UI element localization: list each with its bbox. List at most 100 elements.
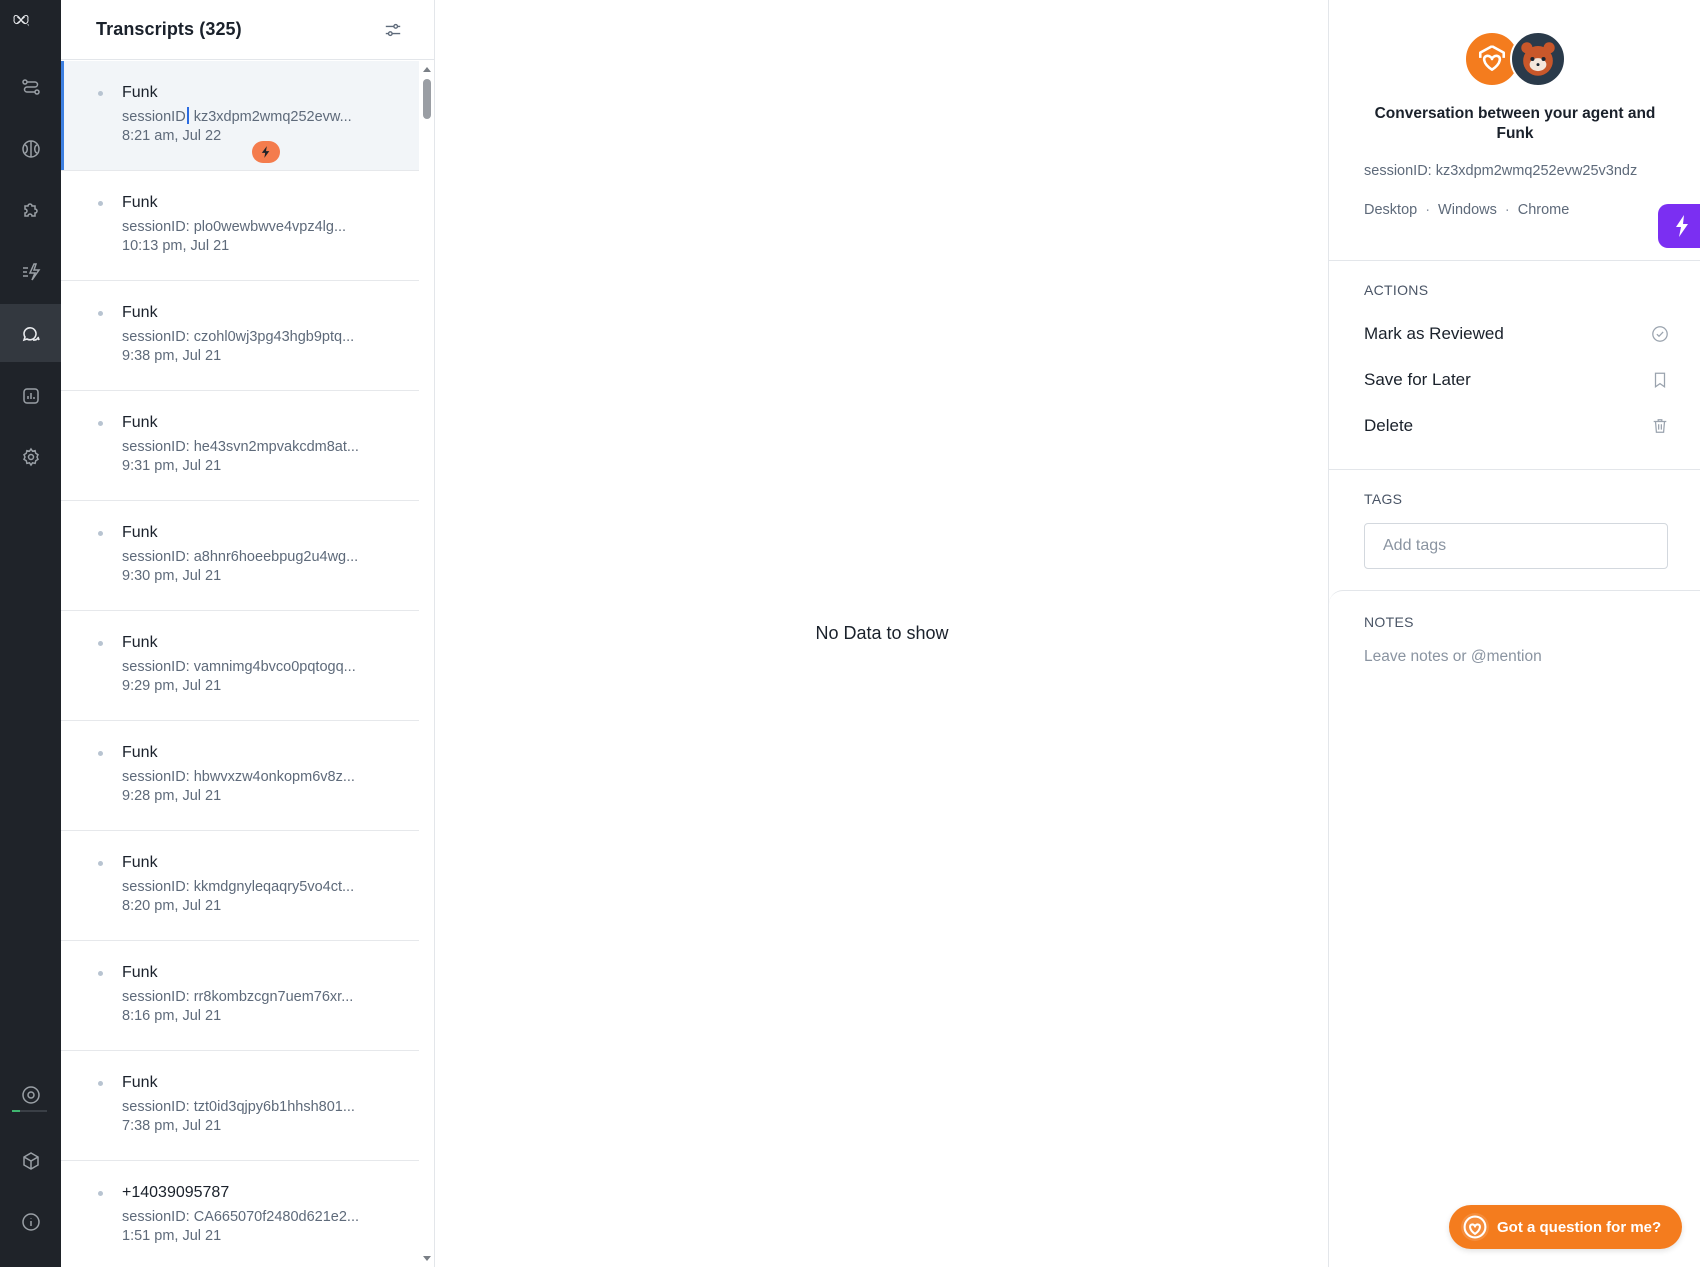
mark-reviewed-button[interactable]: Mark as Reviewed xyxy=(1364,324,1669,344)
scroll-thumb[interactable] xyxy=(423,79,431,119)
transcript-time: 9:31 pm, Jul 21 xyxy=(122,458,222,474)
scroll-up-arrow-icon[interactable] xyxy=(423,67,431,72)
transcript-time: 7:38 pm, Jul 21 xyxy=(122,1118,222,1134)
delete-label: Delete xyxy=(1364,416,1414,435)
empty-state-message: No Data to show xyxy=(815,623,949,643)
transcript-time: 9:29 pm, Jul 21 xyxy=(122,678,222,694)
status-dot xyxy=(98,641,103,646)
participant-avatars xyxy=(1464,31,1574,89)
mark-reviewed-label: Mark as Reviewed xyxy=(1364,324,1504,343)
transcript-viewer: No Data to show xyxy=(435,0,1329,1267)
notes-input[interactable]: Leave notes or @mention xyxy=(1364,648,1542,666)
help-chat-label: Got a question for me? xyxy=(1497,1218,1662,1236)
lightning-list-icon xyxy=(22,263,40,281)
status-dot xyxy=(98,971,103,976)
nav-projects[interactable] xyxy=(0,1132,61,1190)
filter-sliders-icon xyxy=(385,23,401,36)
workflow-icon xyxy=(21,79,40,95)
list-scrollbar[interactable] xyxy=(419,61,435,1267)
nav-workflows[interactable] xyxy=(0,58,61,116)
status-progress xyxy=(12,1110,47,1112)
bookmark-icon xyxy=(1654,372,1666,388)
transcript-session: sessionID: rr8kombzcgn7uem76xr... xyxy=(122,989,354,1005)
transcript-session: sessionID: kkmdgnyleqaqry5vo4ct... xyxy=(122,879,355,895)
trash-icon xyxy=(1653,419,1667,433)
left-nav-rail xyxy=(0,0,61,1267)
user-avatar xyxy=(1510,31,1566,87)
transcript-row[interactable]: Funk sessionID: tzt0id3qjpy6b1hhsh801...… xyxy=(61,1051,419,1161)
status-dot xyxy=(98,751,103,756)
conversation-title: Conversation between your agent and Funk xyxy=(1374,105,1656,142)
puzzle-icon xyxy=(23,203,38,217)
transcript-time: 10:13 pm, Jul 21 xyxy=(122,238,230,254)
transcript-row[interactable]: Funk sessionID kz3xdpm2wmq252evw... 8:21… xyxy=(61,61,419,171)
nav-integrations[interactable] xyxy=(0,181,61,239)
red-panda-avatar-icon xyxy=(1521,42,1555,76)
lightning-badge-icon xyxy=(252,141,280,163)
nav-settings[interactable] xyxy=(0,428,61,486)
platform-os: Windows xyxy=(1438,202,1497,218)
heart-shield-logo-icon xyxy=(1461,1213,1489,1241)
transcript-name: Funk xyxy=(122,1074,158,1091)
nav-knowledge[interactable] xyxy=(0,120,61,178)
transcript-time: 8:20 pm, Jul 21 xyxy=(122,898,222,914)
delete-button[interactable]: Delete xyxy=(1364,416,1669,436)
transcript-name: Funk xyxy=(122,634,158,651)
transcript-row[interactable]: Funk sessionID: vamnimg4bvco0pqtogq... 9… xyxy=(61,611,419,721)
transcript-session: sessionID: a8hnr6hoeebpug2u4wg... xyxy=(122,549,359,565)
save-for-later-button[interactable]: Save for Later xyxy=(1364,370,1669,390)
filter-button[interactable] xyxy=(382,19,404,41)
tags-input[interactable] xyxy=(1364,523,1668,569)
analytics-icon xyxy=(22,388,39,404)
transcript-time: 9:30 pm, Jul 21 xyxy=(122,568,222,584)
nav-status[interactable] xyxy=(0,1066,61,1124)
app-logo-icon[interactable] xyxy=(11,10,49,42)
transcript-row[interactable]: Funk sessionID: plo0wewbwve4vpz4lg... 10… xyxy=(61,171,419,281)
transcript-name: Funk xyxy=(122,304,158,321)
transcript-session: sessionID: hbwvxzw4onkopm6v8z... xyxy=(122,769,355,785)
transcript-row[interactable]: Funk sessionID: czohl0wj3pg43hgb9ptq... … xyxy=(61,281,419,391)
heart-shield-logo-icon xyxy=(1478,45,1506,71)
section-divider xyxy=(1329,260,1700,261)
platform-device: Desktop xyxy=(1364,202,1418,218)
transcript-row[interactable]: Funk sessionID: he43svn2mpvakcdm8at... 9… xyxy=(61,391,419,501)
separator-dot: · xyxy=(1425,202,1431,218)
transcript-time: 1:51 pm, Jul 21 xyxy=(122,1228,222,1244)
status-dot xyxy=(98,1191,103,1196)
transcript-name: Funk xyxy=(122,744,158,761)
status-dot xyxy=(98,861,103,866)
help-chat-button[interactable]: Got a question for me? xyxy=(1449,1205,1682,1249)
scroll-down-arrow-icon[interactable] xyxy=(423,1256,431,1261)
lightning-icon xyxy=(1676,215,1688,237)
transcripts-header: Transcripts (325) xyxy=(61,0,434,60)
section-divider xyxy=(1329,469,1700,470)
conversation-session-id: sessionID: kz3xdpm2wmq252evw25v3ndz xyxy=(1364,163,1638,179)
notes-section-label: NOTES xyxy=(1364,614,1414,630)
transcript-row[interactable]: Funk sessionID: kkmdgnyleqaqry5vo4ct... … xyxy=(61,831,419,941)
transcript-row[interactable]: +14039095787 sessionID: CA665070f2480d62… xyxy=(61,1161,419,1267)
quick-action-button[interactable] xyxy=(1658,204,1700,248)
transcript-session: sessionID: CA665070f2480d621e2... xyxy=(122,1209,360,1225)
transcript-name: Funk xyxy=(122,964,158,981)
nav-analytics[interactable] xyxy=(0,367,61,425)
text-cursor xyxy=(186,107,189,124)
target-icon xyxy=(21,1086,40,1104)
separator-dot: · xyxy=(1504,202,1510,218)
nav-help[interactable] xyxy=(0,1193,61,1251)
nav-transcripts[interactable] xyxy=(0,304,61,362)
transcript-time: 9:38 pm, Jul 21 xyxy=(122,348,222,364)
tags-section-label: TAGS xyxy=(1364,491,1403,507)
status-dot xyxy=(98,421,103,426)
transcript-name: Funk xyxy=(122,194,158,211)
transcript-time: 8:16 pm, Jul 21 xyxy=(122,1008,222,1024)
transcript-row[interactable]: Funk sessionID: hbwvxzw4onkopm6v8z... 9:… xyxy=(61,721,419,831)
transcript-name: Funk xyxy=(122,414,158,431)
status-dot xyxy=(98,201,103,206)
transcript-name: Funk xyxy=(122,524,158,541)
transcript-row[interactable]: Funk sessionID: a8hnr6hoeebpug2u4wg... 9… xyxy=(61,501,419,611)
status-dot xyxy=(98,1081,103,1086)
transcript-row[interactable]: Funk sessionID: rr8kombzcgn7uem76xr... 8… xyxy=(61,941,419,1051)
check-circle-icon xyxy=(1652,326,1668,342)
nav-actions[interactable] xyxy=(0,243,61,301)
actions-section-label: ACTIONS xyxy=(1364,282,1429,298)
